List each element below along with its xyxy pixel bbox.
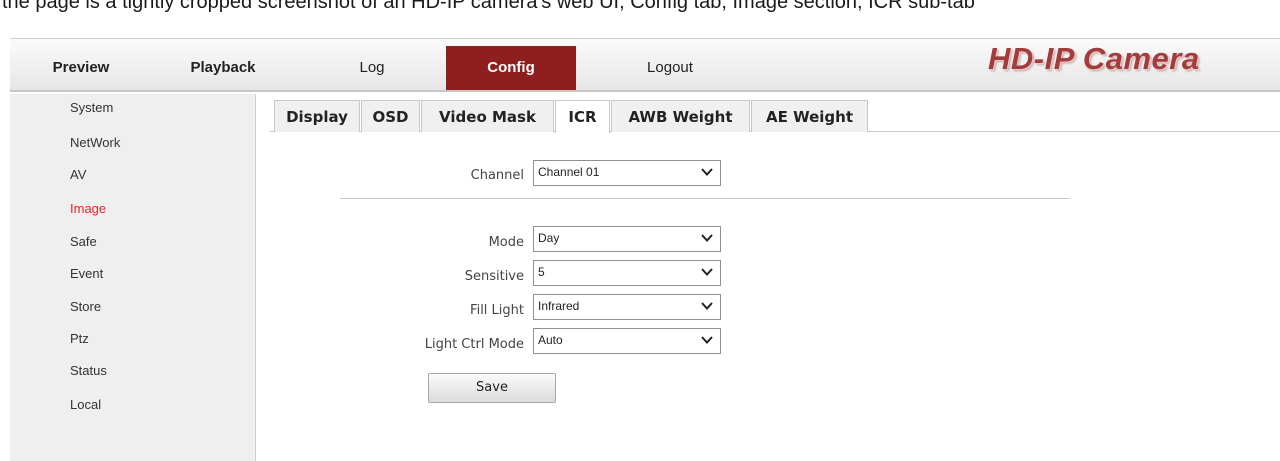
tab-osd[interactable]: OSD bbox=[361, 100, 420, 132]
sidebar-item-store[interactable]: Store bbox=[70, 299, 101, 314]
chevron-down-icon bbox=[701, 336, 713, 344]
sensitive-label: Sensitive bbox=[464, 269, 524, 284]
sensitive-select[interactable]: 5 bbox=[533, 260, 721, 286]
sidebar-item-local[interactable]: Local bbox=[70, 397, 101, 412]
channel-select[interactable]: Channel 01 bbox=[533, 160, 721, 186]
sidebar: System NetWork AV Image Safe Event Store… bbox=[10, 94, 256, 461]
caption-text: the page is a tightly cropped screenshot… bbox=[2, 0, 975, 13]
brand-logo: HD-IP Camera bbox=[988, 41, 1200, 76]
chevron-down-icon bbox=[701, 234, 713, 242]
sidebar-item-ptz[interactable]: Ptz bbox=[70, 331, 89, 346]
tab-icr[interactable]: ICR bbox=[555, 100, 610, 133]
chevron-down-icon bbox=[701, 302, 713, 310]
fill-light-select[interactable]: Infrared bbox=[533, 294, 721, 320]
mode-select[interactable]: Day bbox=[533, 226, 721, 252]
light-ctrl-mode-label: Light Ctrl Mode bbox=[424, 337, 524, 352]
chevron-down-icon bbox=[701, 168, 713, 176]
light-ctrl-mode-select[interactable]: Auto bbox=[533, 328, 721, 354]
nav-config[interactable]: Config bbox=[446, 46, 576, 90]
light-ctrl-mode-select-value: Auto bbox=[538, 333, 563, 347]
mode-select-value: Day bbox=[538, 231, 560, 245]
fill-light-label: Fill Light bbox=[470, 303, 524, 318]
save-button[interactable]: Save bbox=[428, 373, 556, 403]
sensitive-select-value: 5 bbox=[538, 265, 545, 279]
chevron-down-icon bbox=[701, 268, 713, 276]
channel-select-value: Channel 01 bbox=[538, 165, 600, 179]
sidebar-item-safe[interactable]: Safe bbox=[70, 234, 97, 249]
image-tab-bar: Display OSD Video Mask ICR AWB Weight AE… bbox=[270, 96, 1280, 133]
sidebar-item-system[interactable]: System bbox=[70, 100, 113, 115]
tab-ae-weight[interactable]: AE Weight bbox=[751, 100, 868, 132]
nav-playback[interactable]: Playback bbox=[178, 47, 268, 89]
tab-video-mask[interactable]: Video Mask bbox=[421, 100, 554, 132]
channel-label: Channel bbox=[470, 168, 524, 183]
sidebar-item-av[interactable]: AV bbox=[70, 167, 86, 182]
sidebar-item-status[interactable]: Status bbox=[70, 363, 107, 378]
caption-fragment: the page is a tightly cropped screenshot… bbox=[0, 0, 1280, 38]
nav-log[interactable]: Log bbox=[332, 47, 412, 89]
top-nav-bar: Preview Playback Log Config Logout HD-IP… bbox=[10, 38, 1280, 92]
section-divider bbox=[340, 198, 1070, 199]
fill-light-select-value: Infrared bbox=[538, 299, 580, 313]
nav-preview[interactable]: Preview bbox=[36, 47, 126, 89]
tab-display[interactable]: Display bbox=[274, 100, 360, 132]
tab-awb-weight[interactable]: AWB Weight bbox=[611, 100, 750, 132]
sidebar-item-event[interactable]: Event bbox=[70, 266, 103, 281]
nav-logout[interactable]: Logout bbox=[620, 47, 720, 89]
sidebar-item-image[interactable]: Image bbox=[70, 201, 106, 216]
sidebar-item-network[interactable]: NetWork bbox=[70, 135, 120, 150]
mode-label: Mode bbox=[488, 235, 524, 250]
